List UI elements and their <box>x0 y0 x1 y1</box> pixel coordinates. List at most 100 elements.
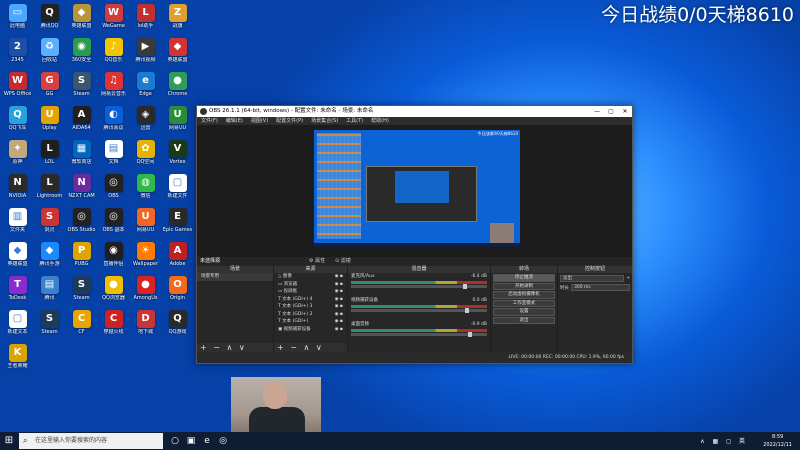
source-item[interactable]: ▭ 浏览器 ◉ ▪ <box>274 281 347 289</box>
visibility-lock-icon[interactable]: ◉ ▪ <box>335 311 343 319</box>
desktop-icon[interactable]: G GG <box>34 70 65 108</box>
desktop-icon[interactable]: ▦ 微软商店 <box>66 138 97 176</box>
control-button[interactable]: 退出 <box>493 316 555 324</box>
desktop-icon[interactable]: D 地下城 <box>130 308 161 346</box>
desktop-icon[interactable]: ✿ QQ空间 <box>130 138 161 176</box>
sources-footer[interactable]: + − ∧ ∨ <box>274 343 347 352</box>
obs-preview[interactable]: 今日战绩0/0天梯8610 <box>197 125 632 257</box>
desktop-icon[interactable]: ◆ 腾讯手游 <box>34 240 65 278</box>
desktop-icon[interactable]: L Lightroom <box>34 172 65 210</box>
desktop-icon[interactable]: ◆ 英雄联盟 <box>162 36 193 74</box>
menu-item[interactable]: 场景集合(S) <box>311 117 338 125</box>
obs-titlebar[interactable]: OBS 26.1.1 (64-bit, windows) - 配置文件: 未命名… <box>197 106 632 117</box>
visibility-lock-icon[interactable]: ◉ ▪ <box>335 326 343 334</box>
visibility-lock-icon[interactable]: ◉ ▪ <box>335 288 343 296</box>
desktop-icon[interactable]: ✦ 原神 <box>2 138 33 176</box>
desktop-icon[interactable]: 2 2345 <box>2 36 33 74</box>
add-transition-icon[interactable]: + <box>626 276 630 281</box>
taskbar-app-icon[interactable]: ▣ <box>184 434 198 448</box>
desktop-icon[interactable]: ◎ OBS Studio <box>66 206 97 244</box>
desktop-icon[interactable]: W WeGame <box>98 2 129 40</box>
start-button[interactable]: ⊞ <box>0 432 18 450</box>
taskbar-app-icon[interactable]: ◎ <box>216 434 230 448</box>
desktop-icon[interactable]: ▢ 新建文本 <box>2 308 33 346</box>
control-button[interactable]: 工作室模式 <box>493 299 555 307</box>
desktop-icon[interactable]: Q 腾讯QQ <box>34 2 65 40</box>
visibility-lock-icon[interactable]: ◉ ▪ <box>335 296 343 304</box>
desktop-icon[interactable]: U 网易UU <box>162 104 193 142</box>
volume-slider[interactable] <box>351 308 487 313</box>
desktop-icon[interactable]: ◆ 英雄联盟 <box>66 2 97 40</box>
taskbar-app-icon[interactable]: ○ <box>168 434 182 448</box>
menu-item[interactable]: 配置文件(P) <box>276 117 303 125</box>
tray-icons[interactable]: ∧ ▦ ◻ 英 <box>700 436 748 445</box>
menu-item[interactable]: 编辑(E) <box>226 117 243 125</box>
desktop-icon[interactable]: A AIDA64 <box>66 104 97 142</box>
desktop-icon[interactable]: S Steam <box>34 308 65 346</box>
desktop-icon[interactable]: ◈ 迅雷 <box>130 104 161 142</box>
volume-slider[interactable] <box>351 332 487 337</box>
desktop-icon[interactable]: ◆ 英雄联盟 <box>2 240 33 278</box>
desktop-icon[interactable]: A Adobe <box>162 240 193 278</box>
desktop-icon[interactable]: ◎ OBS <box>98 172 129 210</box>
desktop-icon[interactable]: N NZXT CAM <box>66 172 97 210</box>
control-button[interactable]: 停止推流 <box>493 274 555 282</box>
desktop-icon[interactable]: ▢ 新建文件 <box>162 172 193 210</box>
menu-item[interactable]: 视图(V) <box>251 117 268 125</box>
desktop-icon[interactable]: ☀ Wallpaper <box>130 240 161 278</box>
menu-item[interactable]: 文件(F) <box>201 117 218 125</box>
maximize-button[interactable]: ▢ <box>604 106 618 117</box>
menu-item[interactable]: 工具(T) <box>346 117 363 125</box>
scenes-footer[interactable]: + − ∧ ∨ <box>197 343 273 352</box>
desktop-icon[interactable]: W WPS Office <box>2 70 33 108</box>
visibility-lock-icon[interactable]: ◉ ▪ <box>335 303 343 311</box>
desktop-icon[interactable]: ◎ OBS 副本 <box>98 206 129 244</box>
source-item[interactable]: T 文本 (GDI+) 3 ◉ ▪ <box>274 303 347 311</box>
desktop-icon[interactable]: K 王者荣耀 <box>2 342 33 380</box>
desktop-icon[interactable]: ♪ QQ音乐 <box>98 36 129 74</box>
desktop-icon[interactable]: ♫ 网易云音乐 <box>98 70 129 108</box>
clock[interactable]: 8:59 2022/12/11 <box>763 433 792 449</box>
source-item[interactable]: △ 图像 ◉ ▪ <box>274 273 347 281</box>
transition-select[interactable]: 淡出 <box>560 275 625 282</box>
desktop-icon[interactable]: E Epic Games <box>162 206 193 244</box>
duration-input[interactable]: 300 ms <box>571 284 630 291</box>
desktop-icon[interactable]: Q QQ游戏 <box>162 308 193 346</box>
obs-window[interactable]: OBS 26.1.1 (64-bit, windows) - 配置文件: 未命名… <box>196 105 633 364</box>
desktop-icon[interactable]: ◉ 360安全 <box>66 36 97 74</box>
desktop-icon[interactable]: ▥ 文件夹 <box>2 206 33 244</box>
desktop-icon[interactable]: ◍ 微信 <box>130 172 161 210</box>
desktop-icon[interactable]: P PUBG <box>66 240 97 278</box>
desktop-icon[interactable]: ▤ 文档 <box>98 138 129 176</box>
desktop-icon[interactable]: ▶ 腾讯视频 <box>130 36 161 74</box>
desktop-icon[interactable]: ● AmongUs <box>130 274 161 312</box>
desktop-icon[interactable]: S Steam <box>66 274 97 312</box>
control-button[interactable]: 启动虚拟摄像机 <box>493 291 555 299</box>
volume-slider[interactable] <box>351 284 487 289</box>
desktop-icon[interactable]: ● Chrome <box>162 70 193 108</box>
visibility-lock-icon[interactable]: ◉ ▪ <box>335 273 343 281</box>
desktop-icon[interactable]: ▭ 此电脑 <box>2 2 33 40</box>
search-input[interactable]: ⌕ 在这里输入你要搜索的内容 <box>19 433 163 449</box>
visibility-lock-icon[interactable]: ◉ ▪ <box>335 281 343 289</box>
taskbar-app-icon[interactable]: e <box>200 434 214 448</box>
desktop-icon[interactable]: ♻ 回收站 <box>34 36 65 74</box>
desktop-icon[interactable]: S Steam <box>66 70 97 108</box>
control-button[interactable]: 开始录制 <box>493 282 555 290</box>
desktop-icon[interactable]: Llol助手 <box>130 2 161 40</box>
desktop-icon[interactable]: ◐ 腾讯会议 <box>98 104 129 142</box>
source-item[interactable]: ▣ 视频捕获设备 ◉ ▪ <box>274 326 347 334</box>
desktop-icon[interactable]: L LOL <box>34 138 65 176</box>
visibility-lock-icon[interactable]: ◉ ▪ <box>335 318 343 326</box>
source-item[interactable]: T 文本 (GDI+) ◉ ▪ <box>274 318 347 326</box>
close-button[interactable]: ✕ <box>618 106 632 117</box>
desktop-icon[interactable]: S 剑灵 <box>34 206 65 244</box>
desktop-icon[interactable]: ● QQ浏览器 <box>98 274 129 312</box>
source-item[interactable]: ▭ 投屏框 ◉ ▪ <box>274 288 347 296</box>
desktop-icon[interactable]: C 穿越火线 <box>98 308 129 346</box>
desktop-icon[interactable]: ▤ 腾讯 <box>34 274 65 312</box>
desktop-icon[interactable]: O Origin <box>162 274 193 312</box>
desktop-icon[interactable]: e Edge <box>130 70 161 108</box>
desktop-icon[interactable]: Z 战旗 <box>162 2 193 40</box>
control-button[interactable]: 设置 <box>493 308 555 316</box>
